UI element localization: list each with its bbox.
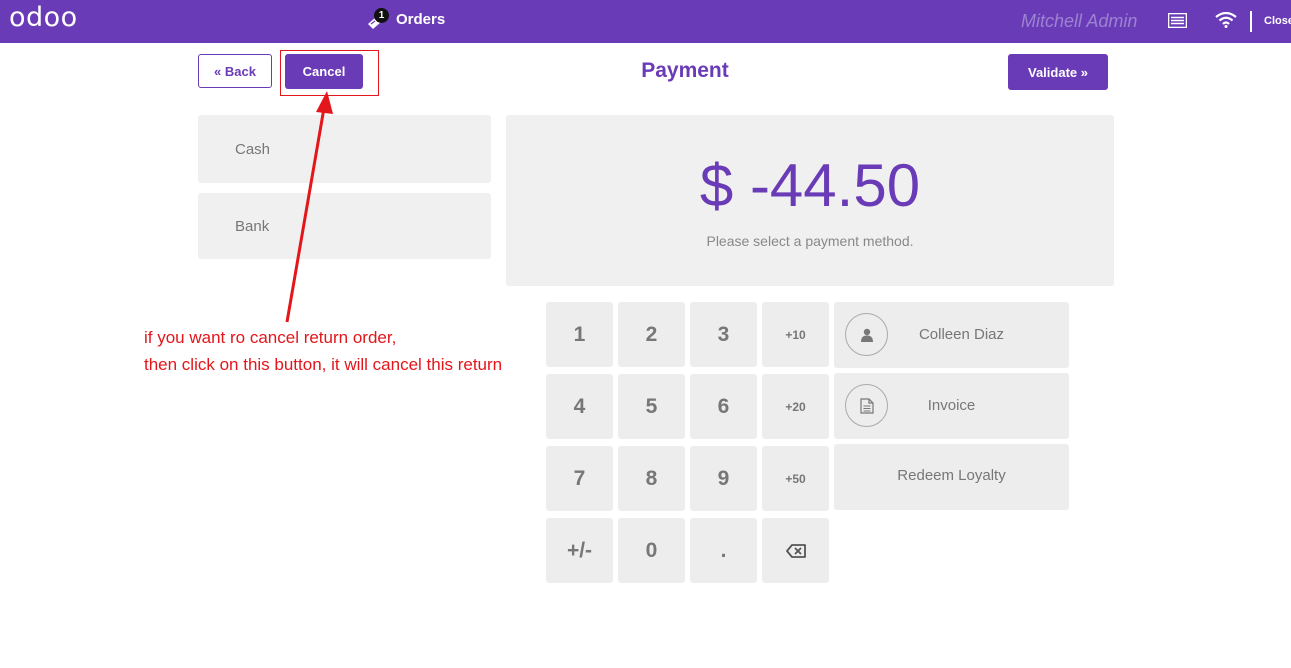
numpad-key-8[interactable]: 8: [618, 446, 685, 511]
numpad-key-4[interactable]: 4: [546, 374, 613, 439]
back-button[interactable]: « Back: [198, 54, 272, 88]
annotation-line-2: then click on this button, it will cance…: [144, 355, 503, 374]
numpad-key-plus50[interactable]: +50: [762, 446, 829, 511]
numpad-key-sign[interactable]: +/-: [546, 518, 613, 583]
orders-button[interactable]: 1 Orders: [366, 8, 456, 34]
payment-method-cash[interactable]: Cash: [198, 115, 491, 183]
topbar-divider: [1250, 11, 1252, 32]
backspace-icon: [785, 543, 806, 558]
payment-method-bank[interactable]: Bank: [198, 193, 491, 259]
amount-due: $ -44.50: [699, 152, 921, 219]
orders-count-badge: 1: [374, 8, 389, 23]
validate-button[interactable]: Validate »: [1008, 54, 1108, 90]
numpad-key-0[interactable]: 0: [618, 518, 685, 583]
numpad-key-2[interactable]: 2: [618, 302, 685, 367]
numpad-key-plus10[interactable]: +10: [762, 302, 829, 367]
customer-name: Colleen Diaz: [918, 326, 1005, 343]
numpad-key-1[interactable]: 1: [546, 302, 613, 367]
numpad-key-backspace[interactable]: [762, 518, 829, 583]
numpad-key-7[interactable]: 7: [546, 446, 613, 511]
invoice-label: Invoice: [927, 397, 976, 414]
numpad-key-3[interactable]: 3: [690, 302, 757, 367]
odoo-logo: odoo: [9, 2, 78, 33]
annotation-text: if you want ro cancel return order, then…: [144, 324, 502, 378]
receipt-icon[interactable]: [1168, 13, 1187, 28]
cashier-name[interactable]: Mitchell Admin: [1021, 11, 1137, 32]
invoice-button[interactable]: Invoice: [834, 373, 1069, 439]
top-bar: odoo 1 Orders Mitchell Admin Close: [0, 0, 1291, 43]
wifi-icon: [1215, 12, 1237, 28]
cancel-highlight-box: [280, 50, 379, 96]
annotation-line-1: if you want ro cancel return order,: [144, 328, 397, 347]
redeem-loyalty-label: Redeem Loyalty: [897, 467, 1006, 484]
close-button[interactable]: Close: [1264, 15, 1291, 27]
page-title: Payment: [641, 59, 729, 82]
orders-label: Orders: [396, 11, 446, 28]
customer-button[interactable]: Colleen Diaz: [834, 302, 1069, 368]
redeem-loyalty-button[interactable]: Redeem Loyalty: [834, 444, 1069, 510]
numpad-key-decimal[interactable]: .: [690, 518, 757, 583]
numpad-key-9[interactable]: 9: [690, 446, 757, 511]
numpad-key-5[interactable]: 5: [618, 374, 685, 439]
payment-status-panel: $ -44.50 Please select a payment method.: [506, 115, 1114, 286]
numpad-key-6[interactable]: 6: [690, 374, 757, 439]
payment-message: Please select a payment method.: [706, 233, 914, 249]
numpad-key-plus20[interactable]: +20: [762, 374, 829, 439]
